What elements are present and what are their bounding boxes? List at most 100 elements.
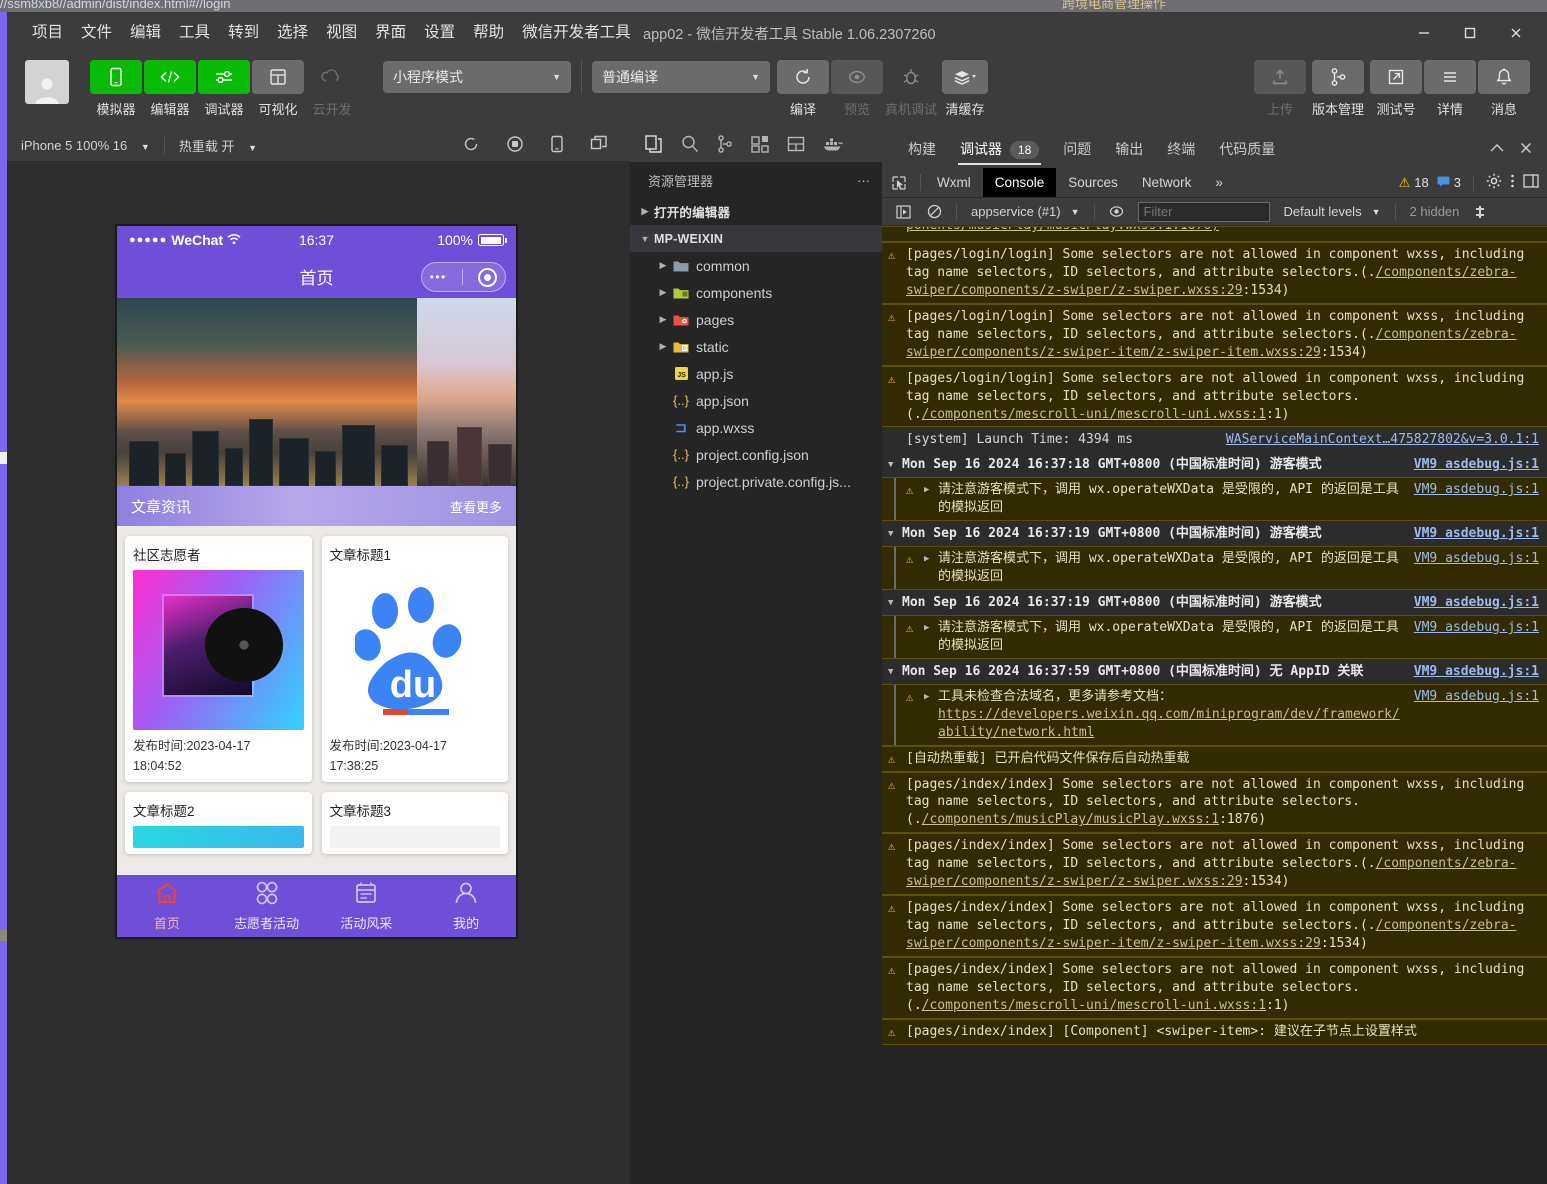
- console-filter-input[interactable]: [1137, 201, 1270, 222]
- compile-select[interactable]: 普通编译 ▼: [592, 61, 770, 93]
- record-icon[interactable]: [506, 135, 524, 156]
- menu-item-tools[interactable]: 工具: [170, 12, 219, 54]
- chevron-right-icon[interactable]: ▶: [924, 481, 938, 517]
- log-row-warning-nested[interactable]: ⚠ ▶ 请注意游客模式下，调用 wx.operateWXData 是受限的, A…: [882, 614, 1547, 659]
- files-icon[interactable]: [644, 134, 664, 159]
- tab-code-quality[interactable]: 代码质量: [1207, 130, 1287, 168]
- log-link[interactable]: /components/mescroll-uni/mescroll-uni.wx…: [922, 998, 1266, 1013]
- menu-item-help[interactable]: 帮助: [464, 12, 513, 54]
- console-sidebar-icon[interactable]: [888, 204, 919, 219]
- capsule-menu-icon[interactable]: •••: [430, 270, 447, 284]
- wechat-capsule[interactable]: •••: [421, 262, 506, 292]
- console-levels-select[interactable]: Default levels ▼: [1276, 204, 1389, 219]
- log-row-warning[interactable]: ⚠ [pages/index/index] Some selectors are…: [882, 956, 1547, 1019]
- info-count[interactable]: 3: [1437, 175, 1461, 190]
- multi-window-icon[interactable]: [590, 135, 608, 156]
- log-row-group[interactable]: ▼ Mon Sep 16 2024 16:37:59 GMT+0800 (中国标…: [882, 658, 1547, 684]
- tab-terminal[interactable]: 终端: [1155, 130, 1207, 168]
- chevron-down-icon[interactable]: ▼: [888, 663, 902, 681]
- menu-item-ui[interactable]: 界面: [366, 12, 415, 54]
- view-more-link[interactable]: 查看更多: [450, 497, 502, 516]
- menu-item-settings[interactable]: 设置: [415, 12, 464, 54]
- explorer-item-app-js[interactable]: JS app.js: [630, 360, 882, 387]
- tab-output[interactable]: 输出: [1103, 130, 1155, 168]
- tab-build[interactable]: 构建: [896, 130, 948, 168]
- warning-count[interactable]: ⚠ 18: [1399, 175, 1429, 191]
- article-card[interactable]: 文章标题2: [125, 792, 312, 854]
- log-row-warning[interactable]: ⚠ [pages/login/login] Some selectors are…: [882, 303, 1547, 366]
- toolbar-button-clear-cache[interactable]: 清缓存: [938, 60, 992, 118]
- search-icon[interactable]: [680, 134, 700, 159]
- menu-item-goto[interactable]: 转到: [219, 12, 268, 54]
- refresh-icon[interactable]: [462, 135, 480, 156]
- explorer-section-mp-weixin[interactable]: ▼ MP-WEIXIN: [630, 225, 882, 252]
- menu-item-edit[interactable]: 编辑: [121, 12, 170, 54]
- chevron-down-icon[interactable]: ▼: [888, 594, 902, 612]
- chevron-down-icon[interactable]: ▼: [888, 456, 902, 474]
- tab-profile[interactable]: 我的: [416, 881, 516, 932]
- log-row-warning[interactable]: ⚠ [pages/index/index] Some selectors are…: [882, 833, 1547, 896]
- menu-item-devtools[interactable]: 微信开发者工具: [513, 12, 640, 54]
- tab-activity-showcase[interactable]: 活动风采: [317, 881, 417, 932]
- log-source-link[interactable]: VM9 asdebug.js:1: [1414, 481, 1539, 517]
- chevron-right-icon[interactable]: ▶: [924, 619, 938, 655]
- tab-debugger[interactable]: 调试器 18: [948, 130, 1051, 168]
- log-source-link[interactable]: VM9 asdebug.js:1: [1414, 663, 1539, 681]
- log-source-link[interactable]: VM9 asdebug.js:1: [1414, 688, 1539, 742]
- log-row-warning[interactable]: ⚠ [pages/login/login] Some selectors are…: [882, 242, 1547, 304]
- hot-reload-select[interactable]: 热重载 开 ▼: [165, 136, 271, 155]
- maximize-icon[interactable]: [1447, 12, 1493, 54]
- device-icon[interactable]: [550, 135, 564, 156]
- log-row-group[interactable]: ▼ Mon Sep 16 2024 16:37:19 GMT+0800 (中国标…: [882, 590, 1547, 615]
- log-link[interactable]: /components/mescroll-uni/mescroll-uni.wx…: [922, 407, 1266, 422]
- toolbar-button-debugger[interactable]: 调试器: [197, 60, 251, 118]
- menu-item-file[interactable]: 文件: [72, 12, 121, 54]
- explorer-item-project-private-config[interactable]: {..} project.private.config.js...: [630, 468, 882, 495]
- log-row-group[interactable]: ▼ Mon Sep 16 2024 16:37:19 GMT+0800 (中国标…: [882, 521, 1547, 547]
- log-source-link[interactable]: VM9 asdebug.js:1: [1414, 525, 1539, 543]
- dock-icon[interactable]: [1523, 174, 1539, 191]
- close-icon[interactable]: [1519, 141, 1533, 158]
- subtab-console[interactable]: Console: [982, 168, 1057, 197]
- log-row-warning[interactable]: ⚠ [pages/index/index] [Component] <swipe…: [882, 1018, 1547, 1045]
- log-link[interactable]: https://developers.weixin.qq.com/minipro…: [938, 707, 1400, 740]
- article-card-list[interactable]: 社区志愿者 发布时间:2023-04-17 18:04:52 文章标题1 du …: [117, 526, 516, 875]
- extensions-icon[interactable]: [750, 134, 770, 159]
- log-source-link[interactable]: VM9 asdebug.js:1: [1414, 456, 1539, 474]
- source-control-icon[interactable]: [716, 134, 734, 159]
- chevron-right-icon[interactable]: ▶: [924, 688, 938, 742]
- settings-icon[interactable]: [1467, 205, 1493, 219]
- log-source-link[interactable]: VM9 asdebug.js:1: [1414, 594, 1539, 612]
- device-select[interactable]: iPhone 5 100% 16 ▼: [7, 138, 164, 153]
- explorer-more-icon[interactable]: ···: [857, 173, 870, 188]
- log-row-warning[interactable]: ⚠ [自动热重载] 已开启代码文件保存后自动热重载: [882, 745, 1547, 772]
- log-partial-text[interactable]: ponents/musicPlay/musicPlay.wxss:1:1876): [906, 227, 1219, 233]
- menu-item-select[interactable]: 选择: [268, 12, 317, 54]
- explorer-item-common[interactable]: ▶ common: [630, 252, 882, 279]
- subtab-network[interactable]: Network: [1130, 168, 1204, 197]
- mode-select[interactable]: 小程序模式 ▼: [383, 61, 571, 93]
- log-source-link[interactable]: VM9 asdebug.js:1: [1414, 550, 1539, 586]
- subtab-sources[interactable]: Sources: [1056, 168, 1130, 197]
- log-row-group[interactable]: ▼ Mon Sep 16 2024 16:37:18 GMT+0800 (中国标…: [882, 452, 1547, 478]
- gear-icon[interactable]: [1486, 173, 1502, 192]
- log-row-warning[interactable]: ⚠ [pages/login/login] Some selectors are…: [882, 365, 1547, 428]
- toolbar-button-editor[interactable]: 编辑器: [143, 60, 197, 118]
- inspect-element-icon[interactable]: [882, 168, 916, 197]
- kebab-menu-icon[interactable]: [1510, 173, 1515, 192]
- menu-item-project[interactable]: 项目: [23, 12, 72, 54]
- log-row-warning-nested[interactable]: ⚠ ▶ 请注意游客模式下，调用 wx.operateWXData 是受限的, A…: [882, 546, 1547, 590]
- docker-icon[interactable]: [822, 135, 844, 158]
- toolbar-button-compile[interactable]: 编译: [776, 60, 830, 118]
- log-link[interactable]: /components/musicPlay/musicPlay.wxss:1: [922, 812, 1219, 827]
- tab-problems[interactable]: 问题: [1051, 130, 1103, 168]
- log-row-warning[interactable]: ⚠ [pages/index/index] Some selectors are…: [882, 771, 1547, 834]
- target-icon[interactable]: [478, 267, 498, 287]
- live-expression-icon[interactable]: [1101, 205, 1132, 218]
- layout-icon[interactable]: [786, 134, 806, 159]
- explorer-item-components[interactable]: ▶ components: [630, 279, 882, 306]
- toolbar-button-visualization[interactable]: 可视化: [251, 60, 305, 118]
- tab-home[interactable]: 首页: [117, 881, 217, 932]
- explorer-item-static[interactable]: ▶ static: [630, 333, 882, 360]
- explorer-item-pages[interactable]: ▶ pages: [630, 306, 882, 333]
